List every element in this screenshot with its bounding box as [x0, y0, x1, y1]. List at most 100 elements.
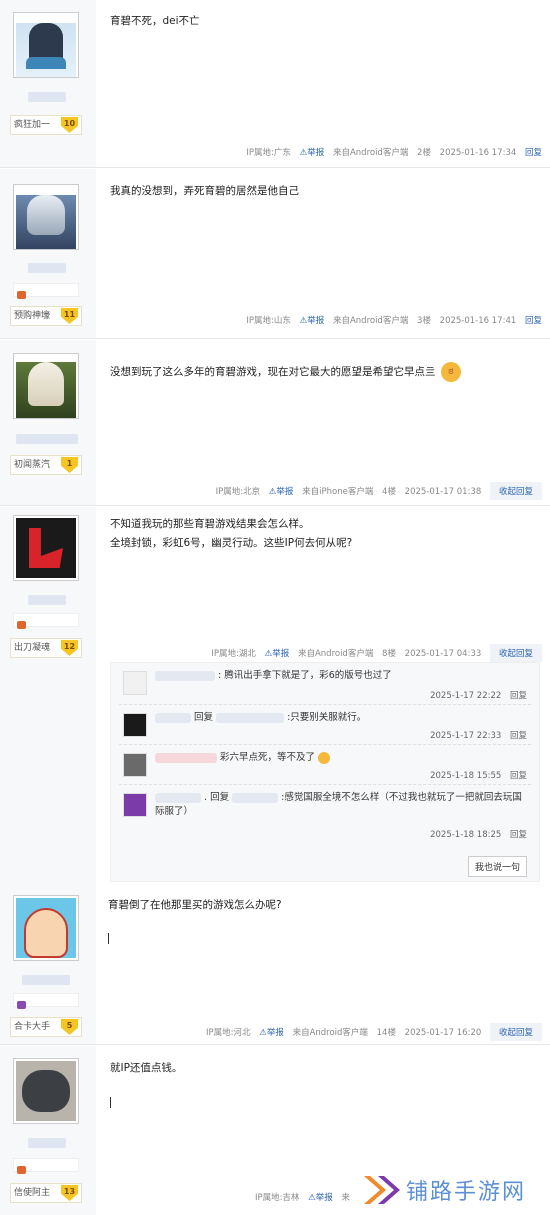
sub-reply-time: 2025-1-18 18:25 回复 [430, 828, 527, 840]
collapse-reply-button[interactable]: 收起回复 [489, 482, 542, 500]
ip-location: IP属地:湖北 [211, 649, 256, 659]
username[interactable] [28, 595, 66, 605]
sub-reply-text-row: : 腾讯出手拿下就是了，彩6的版号也过了 [155, 669, 525, 683]
timestamp: 2025-1-17 22:22 [430, 691, 502, 701]
timestamp: 2025-01-17 16:20 [404, 1028, 482, 1038]
reply-link[interactable]: 回复 [525, 316, 542, 326]
username[interactable] [155, 792, 201, 803]
watermark-logo-icon [364, 1176, 400, 1204]
sub-reply-list: : 腾讯出手拿下就是了，彩6的版号也过了 2025-1-17 22:22 回复 … [110, 662, 540, 882]
floor: 3楼 [417, 316, 431, 326]
level-number: 12 [61, 640, 78, 656]
sub-reply-time: 2025-1-17 22:22 回复 [430, 689, 527, 701]
post-meta: IP属地:山东 ⚠举报 来自Android客户端 3楼 2025-01-16 1… [240, 314, 542, 326]
collapse-reply-button[interactable]: 收起回复 [489, 1023, 542, 1041]
game-icon [17, 1166, 26, 1174]
ip-location: IP属地:山东 [246, 316, 291, 326]
source: 来 [341, 1193, 350, 1203]
avatar[interactable] [123, 793, 147, 817]
avatar[interactable] [13, 515, 79, 581]
avatar[interactable] [123, 713, 147, 737]
post-floor-2: 疯狂加一 10 育碧不死，dei不亡 IP属地:广东 ⚠举报 来自Android… [0, 0, 550, 168]
avatar[interactable] [13, 895, 79, 961]
ip-location: IP属地:广东 [246, 148, 291, 158]
post-floor-3: 预购神壕 11 我真的没想到，弄死育碧的居然是他自己 IP属地:山东 ⚠举报 来… [0, 169, 550, 339]
post-meta: IP属地:广东 ⚠举报 来自Android客户端 2楼 2025-01-16 1… [240, 146, 542, 158]
level-badge: 合卡大手 5 [10, 1017, 82, 1037]
sub-reply-time: 2025-1-17 22:33 回复 [430, 729, 527, 741]
sub-reply-time: 2025-1-18 15:55 回复 [430, 769, 527, 781]
sub-reply-text: 彩六早点死，等不及了 [220, 752, 316, 763]
post-floor-14: 合卡大手 5 育碧倒了在他那里买的游戏怎么办呢? IP属地:河北 ⚠举报 来自A… [0, 887, 550, 1045]
avatar[interactable] [123, 753, 147, 777]
ip-location: IP属地:吉林 [254, 1193, 300, 1203]
floor: 2楼 [417, 148, 431, 158]
sub-reply: 回复 :只要别关服就行。 2025-1-17 22:33 回复 [119, 705, 531, 745]
post-floor-8: 出刀凝魂 12 不知道我玩的那些育碧游戏结果会怎么样。 全境封锁，彩虹6号，幽灵… [0, 507, 550, 887]
honor-icons [13, 993, 79, 1009]
timestamp: 2025-01-17 04:33 [404, 649, 482, 659]
post-content: 我真的没想到，弄死育碧的居然是他自己 [110, 185, 299, 197]
level-number: 5 [61, 1019, 78, 1035]
username[interactable] [28, 1138, 66, 1148]
sub-reply: . 回复 :感觉国服全境不怎么样（不过我也就玩了一把就回去玩国际服了） 2025… [119, 785, 531, 843]
level-name: 预购神壕 [14, 311, 51, 321]
avatar[interactable] [13, 1058, 79, 1124]
username[interactable] [216, 712, 285, 723]
reply-link[interactable]: 回复 [510, 830, 527, 840]
badge-icon [17, 1001, 26, 1009]
reply-link[interactable]: 回复 [510, 731, 527, 741]
username[interactable] [28, 263, 66, 273]
report-link[interactable]: ⚠举报 [308, 1193, 333, 1203]
reply-to-label: . 回复 [204, 792, 230, 803]
username[interactable] [232, 792, 279, 803]
level-badge: 预购神壕 11 [10, 306, 82, 326]
username[interactable] [155, 712, 191, 723]
username[interactable] [155, 752, 217, 763]
honor-icons [13, 1158, 79, 1174]
post-meta: IP属地:河北 ⚠举报 来自Android客户端 14楼 2025-01-17 … [200, 1023, 542, 1041]
report-link[interactable]: ⚠举报 [259, 1028, 284, 1038]
honor-icons [13, 613, 79, 629]
source: 来自Android客户端 [292, 1028, 368, 1038]
source: 来自Android客户端 [332, 148, 409, 158]
reply-link[interactable]: 回复 [510, 771, 527, 781]
username[interactable] [22, 975, 70, 985]
avatar[interactable] [13, 353, 79, 419]
username[interactable] [16, 434, 78, 444]
report-link[interactable]: ⚠举报 [265, 649, 290, 659]
level-name: 合卡大手 [14, 1022, 51, 1032]
ip-location: IP属地:河北 [206, 1028, 251, 1038]
post-content: 就IP还值点钱。 [110, 1062, 183, 1074]
report-link[interactable]: ⚠举报 [269, 487, 294, 497]
level-name: 疯狂加一 [14, 120, 51, 130]
reply-link[interactable]: 回复 [525, 148, 542, 158]
post-meta: IP属地:吉林 ⚠举报 来 [249, 1191, 350, 1203]
sub-reply: 彩六早点死，等不及了 2025-1-18 15:55 回复 [119, 745, 531, 785]
angry-face-icon: ಠ [440, 362, 461, 382]
timestamp: 2025-01-16 17:34 [439, 148, 517, 158]
say-something-button[interactable]: 我也说一句 [467, 856, 527, 877]
post-floor-4: 初闻蒸汽 1 没想到玩了这么多年的育碧游戏，现在对它最大的愿望是希望它早点亖 ಠ… [0, 340, 550, 506]
username[interactable] [28, 92, 66, 102]
timestamp: 2025-1-17 22:33 [430, 731, 502, 741]
floor: 8楼 [382, 649, 396, 659]
level-badge: 初闻蒸汽 1 [10, 455, 82, 475]
collapse-reply-button[interactable]: 收起回复 [489, 644, 542, 662]
avatar[interactable] [13, 12, 79, 78]
level-badge: 疯狂加一 10 [10, 115, 82, 135]
reply-link[interactable]: 回复 [510, 691, 527, 701]
watermark: 铺路手游网 [360, 1170, 540, 1210]
avatar[interactable] [123, 671, 147, 695]
username[interactable] [155, 670, 215, 681]
source: 来自Android客户端 [297, 649, 374, 659]
avatar[interactable] [13, 184, 79, 250]
report-link[interactable]: ⚠举报 [300, 148, 325, 158]
timestamp: 2025-1-18 18:25 [430, 830, 502, 840]
report-link[interactable]: ⚠举报 [300, 316, 325, 326]
ip-location: IP属地:北京 [215, 487, 261, 497]
floor: 14楼 [376, 1028, 396, 1038]
sub-reply-text-row: . 回复 :感觉国服全境不怎么样（不过我也就玩了一把就回去玩国际服了） [155, 791, 525, 819]
source: 来自Android客户端 [332, 316, 409, 326]
level-number: 10 [61, 117, 78, 133]
